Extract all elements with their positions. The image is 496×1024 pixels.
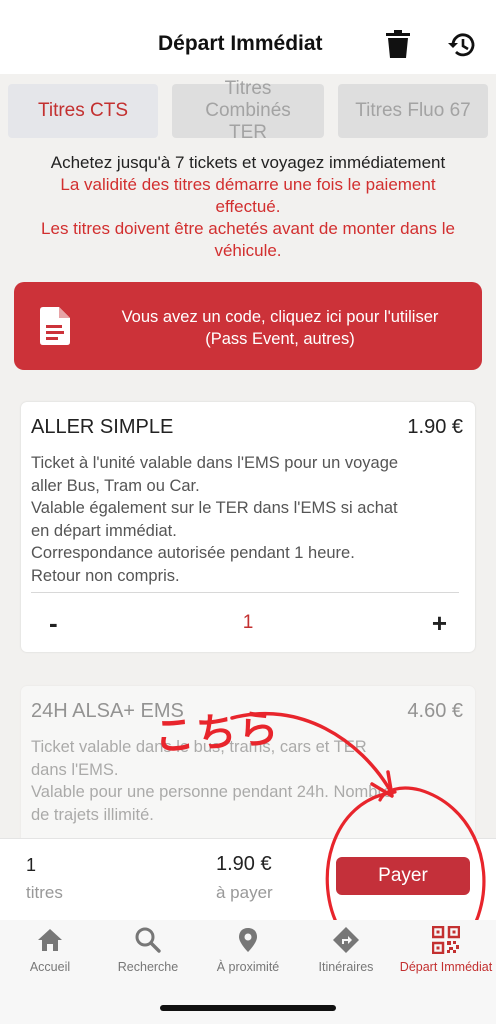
- ticket-title: ALLER SIMPLE: [31, 416, 174, 438]
- info-validity-notice: La validité des titres démarre une fois …: [60, 175, 436, 216]
- info-purchase-limit: Achetez jusqu'à 7 tickets et voyagez imm…: [50, 153, 446, 172]
- info-section: Achetez jusqu'à 7 tickets et voyagez imm…: [0, 152, 496, 262]
- page-title: Départ Immédiat: [158, 32, 323, 55]
- total-amount: 1.90 €: [216, 853, 272, 875]
- ticket-description: Ticket à l'unité valable dans l'EMS pour…: [31, 454, 399, 585]
- quantity-value: 1: [242, 612, 254, 633]
- ticket-type-tabs: Titres CTS Titres Combinés TER Titres Fl…: [0, 74, 496, 146]
- trash-icon[interactable]: [386, 30, 410, 58]
- ticket-price: 4.60 €: [407, 700, 463, 722]
- nav-itineraires[interactable]: Itinéraires: [296, 926, 396, 974]
- ticket-count: 1: [26, 855, 37, 875]
- document-icon: [40, 307, 70, 345]
- home-indicator: [160, 1005, 336, 1011]
- nav-accueil[interactable]: Accueil: [0, 926, 100, 974]
- ticket-count-label: titres: [26, 883, 63, 902]
- tab-titres-combines-ter[interactable]: Titres Combinés TER: [172, 78, 324, 143]
- qr-code-icon: [432, 926, 460, 954]
- total-amount-label: à payer: [216, 883, 273, 902]
- nav-depart-immediat[interactable]: Départ Immédiat: [396, 926, 496, 974]
- location-pin-icon: [239, 928, 257, 952]
- pay-button[interactable]: Payer: [336, 857, 470, 895]
- promo-code-button[interactable]: Vous avez un code, cliquez ici pour l'ut…: [14, 282, 482, 370]
- ticket-card-aller-simple: ALLER SIMPLE 1.90 € Ticket à l'unité val…: [21, 402, 475, 652]
- bottom-navigation: Accueil Recherche À proximité Itinéraire…: [0, 920, 496, 1024]
- checkout-summary: 1 titres 1.90 € à payer Payer: [0, 838, 496, 920]
- annotation-text: こちら: [152, 706, 282, 760]
- directions-icon: [333, 927, 359, 953]
- nav-recherche[interactable]: Recherche: [98, 926, 198, 974]
- top-bar: Départ Immédiat: [0, 0, 496, 74]
- promo-code-text: Vous avez un code, cliquez ici pour l'ut…: [121, 308, 439, 348]
- home-icon: [38, 929, 62, 951]
- divider: [31, 592, 459, 593]
- ticket-price: 1.90 €: [407, 416, 463, 438]
- history-icon[interactable]: [446, 31, 476, 59]
- search-icon: [135, 927, 161, 953]
- nav-a-proximite[interactable]: À proximité: [198, 926, 298, 974]
- info-boarding-notice: Les titres doivent être achetés avant de…: [41, 219, 455, 260]
- tab-titres-cts[interactable]: Titres CTS: [8, 84, 158, 138]
- tab-titres-fluo-67[interactable]: Titres Fluo 67: [338, 84, 488, 138]
- increase-quantity-button[interactable]: +: [432, 608, 447, 639]
